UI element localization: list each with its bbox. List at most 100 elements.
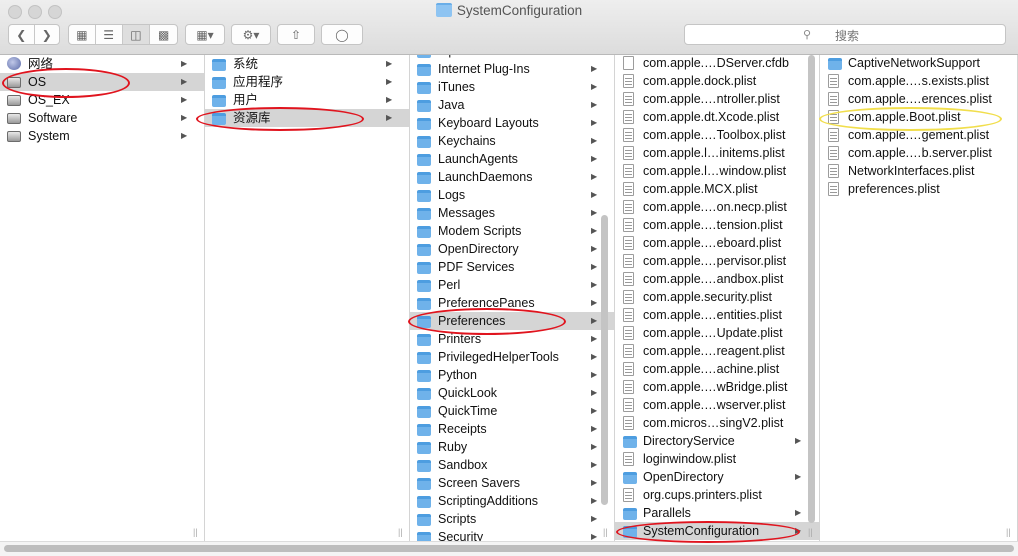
list-item[interactable]: org.cups.printers.plist <box>615 486 819 504</box>
list-item[interactable]: 网络 ▶ <box>0 55 204 73</box>
list-item[interactable]: Java ▶ <box>410 96 614 114</box>
list-item[interactable]: preferences.plist <box>820 180 1017 198</box>
list-item[interactable]: com.apple.…on.necp.plist <box>615 198 819 216</box>
list-item[interactable]: OpenDirectory ▶ <box>410 240 614 258</box>
list-item[interactable]: com.apple.…wserver.plist <box>615 396 819 414</box>
list-item[interactable]: com.apple.…Update.plist <box>615 324 819 342</box>
list-item[interactable]: com.apple.…eboard.plist <box>615 234 819 252</box>
list-item[interactable]: 资源库 ▶ <box>205 109 409 127</box>
forward-button[interactable]: ❯ <box>35 25 60 44</box>
list-item[interactable]: System ▶ <box>0 127 204 145</box>
list-item[interactable]: com.apple.…ntroller.plist <box>615 90 819 108</box>
list-item[interactable]: com.apple.…achine.plist <box>615 360 819 378</box>
search-field[interactable]: ⚲ <box>684 24 1009 46</box>
item-label: com.micros…singV2.plist <box>643 416 784 430</box>
list-item[interactable]: Printers ▶ <box>410 330 614 348</box>
list-item[interactable]: 应用程序 ▶ <box>205 73 409 91</box>
action-button[interactable]: ⚙▾ <box>231 24 271 45</box>
list-item[interactable]: QuickTime ▶ <box>410 402 614 420</box>
browser-column-2[interactable]: 系统 ▶ 应用程序 ▶ 用户 ▶ 资源库 ▶ || <box>205 55 410 541</box>
list-item[interactable]: iTunes ▶ <box>410 78 614 96</box>
list-view-button[interactable]: ☰ <box>96 25 123 44</box>
list-item[interactable]: com.apple.MCX.plist <box>615 180 819 198</box>
cover-flow-button[interactable]: ▩ <box>150 25 177 44</box>
arrange-button[interactable]: ▦▾ <box>185 24 225 45</box>
list-item[interactable]: Keychains ▶ <box>410 132 614 150</box>
list-item[interactable]: Perl ▶ <box>410 276 614 294</box>
column-view-button[interactable]: ◫ <box>122 25 151 44</box>
list-item[interactable]: QuickLook ▶ <box>410 384 614 402</box>
list-item[interactable]: com.apple.…b.server.plist <box>820 144 1017 162</box>
list-item[interactable]: Internet Plug-Ins ▶ <box>410 60 614 78</box>
list-item[interactable]: Screen Savers ▶ <box>410 474 614 492</box>
column-view-icon: ◫ <box>130 27 142 42</box>
list-item[interactable]: com.apple.security.plist <box>615 288 819 306</box>
list-item[interactable]: com.apple.…wBridge.plist <box>615 378 819 396</box>
column-resize-handle[interactable]: || <box>193 527 198 537</box>
list-item[interactable]: Sandbox ▶ <box>410 456 614 474</box>
list-item[interactable]: com.apple.…gement.plist <box>820 126 1017 144</box>
list-item[interactable]: CaptiveNetworkSupport <box>820 55 1017 72</box>
list-item[interactable]: Security ▶ <box>410 528 614 541</box>
list-item[interactable]: com.apple.…reagent.plist <box>615 342 819 360</box>
list-item[interactable]: com.apple.dt.Xcode.plist <box>615 108 819 126</box>
column-resize-handle[interactable]: || <box>1006 527 1011 537</box>
list-item[interactable]: PreferencePanes ▶ <box>410 294 614 312</box>
column-resize-handle[interactable]: || <box>398 527 403 537</box>
horizontal-scrollbar[interactable] <box>4 545 1014 552</box>
disclosure-arrow-icon: ▶ <box>591 136 598 145</box>
vertical-scrollbar[interactable] <box>601 215 608 505</box>
list-item[interactable]: LaunchAgents ▶ <box>410 150 614 168</box>
list-item[interactable]: com.apple.…pervisor.plist <box>615 252 819 270</box>
browser-column-5[interactable]: CaptiveNetworkSupport com.apple.…s.exists… <box>820 55 1018 541</box>
list-item[interactable]: DirectoryService ▶ <box>615 432 819 450</box>
list-item[interactable]: com.apple.Boot.plist <box>820 108 1017 126</box>
list-item[interactable]: com.apple.l…initems.plist <box>615 144 819 162</box>
browser-column-1[interactable]: 网络 ▶ OS ▶ OS_EX ▶ Software ▶ System ▶ || <box>0 55 205 541</box>
list-item[interactable]: com.apple.…Toolbox.plist <box>615 126 819 144</box>
list-item[interactable]: com.micros…singV2.plist <box>615 414 819 432</box>
back-button[interactable]: ❮ <box>9 25 35 44</box>
list-item[interactable]: Parallels ▶ <box>615 504 819 522</box>
list-item[interactable]: loginwindow.plist <box>615 450 819 468</box>
list-item[interactable]: PrivilegedHelperTools ▶ <box>410 348 614 366</box>
column-resize-handle[interactable]: || <box>808 527 813 537</box>
list-item[interactable]: Scripts ▶ <box>410 510 614 528</box>
list-item[interactable]: com.apple.…DServer.cfdb <box>615 55 819 72</box>
list-item[interactable]: Messages ▶ <box>410 204 614 222</box>
list-item[interactable]: 用户 ▶ <box>205 91 409 109</box>
list-item[interactable]: SystemConfiguration ▶ <box>615 522 819 540</box>
list-item[interactable]: com.apple.…andbox.plist <box>615 270 819 288</box>
list-item[interactable]: com.apple.…s.exists.plist <box>820 72 1017 90</box>
list-item[interactable]: Receipts ▶ <box>410 420 614 438</box>
list-item[interactable]: com.apple.…erences.plist <box>820 90 1017 108</box>
list-item[interactable]: Keyboard Layouts ▶ <box>410 114 614 132</box>
list-item[interactable]: Ruby ▶ <box>410 438 614 456</box>
list-item[interactable]: Software ▶ <box>0 109 204 127</box>
list-item[interactable]: com.apple.dock.plist <box>615 72 819 90</box>
list-item[interactable]: OpenDirectory ▶ <box>615 468 819 486</box>
list-item[interactable]: 系统 ▶ <box>205 55 409 73</box>
browser-column-3[interactable]: Input Methods▶Internet Plug-Ins▶iTunes▶J… <box>410 55 615 541</box>
browser-column-4[interactable]: com.apple.…DServer.cfdb com.apple.dock.pl… <box>615 55 820 541</box>
list-item[interactable]: Modem Scripts ▶ <box>410 222 614 240</box>
list-item[interactable]: LaunchDaemons ▶ <box>410 168 614 186</box>
column-resize-handle[interactable]: || <box>603 527 608 537</box>
search-input[interactable] <box>685 25 1009 46</box>
vertical-scrollbar[interactable] <box>808 55 815 523</box>
list-item[interactable]: com.apple.l…window.plist <box>615 162 819 180</box>
list-item[interactable]: com.apple.…tension.plist <box>615 216 819 234</box>
list-item[interactable]: Python ▶ <box>410 366 614 384</box>
list-item[interactable]: ScriptingAdditions ▶ <box>410 492 614 510</box>
list-item[interactable]: NetworkInterfaces.plist <box>820 162 1017 180</box>
list-item[interactable]: Preferences ▶ <box>410 312 614 330</box>
list-item[interactable]: com.apple.…entities.plist <box>615 306 819 324</box>
tag-button[interactable]: ◯ <box>321 24 363 45</box>
list-item[interactable]: OS ▶ <box>0 73 204 91</box>
icon-view-button[interactable]: ▦ <box>69 25 96 44</box>
list-item[interactable]: PDF Services ▶ <box>410 258 614 276</box>
list-item[interactable]: Logs ▶ <box>410 186 614 204</box>
disclosure-arrow-icon: ▶ <box>181 59 188 68</box>
share-button[interactable]: ⇧ <box>277 24 315 45</box>
list-item[interactable]: OS_EX ▶ <box>0 91 204 109</box>
